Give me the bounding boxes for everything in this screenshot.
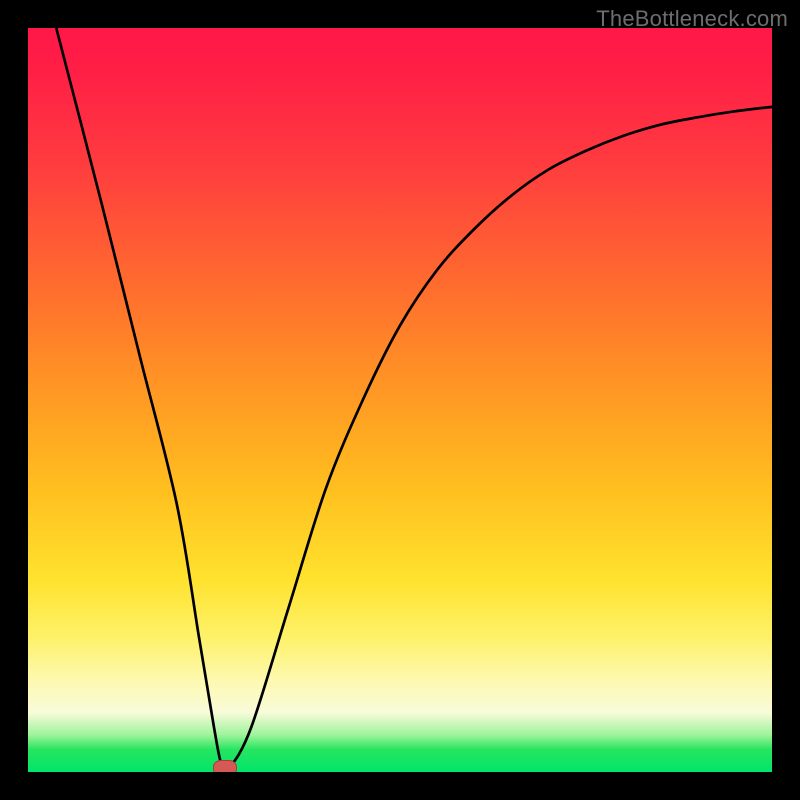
attribution-text: TheBottleneck.com	[596, 6, 788, 32]
bottleneck-curve	[28, 28, 772, 772]
min-marker	[213, 760, 237, 772]
plot-area	[28, 28, 772, 772]
chart-frame: TheBottleneck.com	[0, 0, 800, 800]
